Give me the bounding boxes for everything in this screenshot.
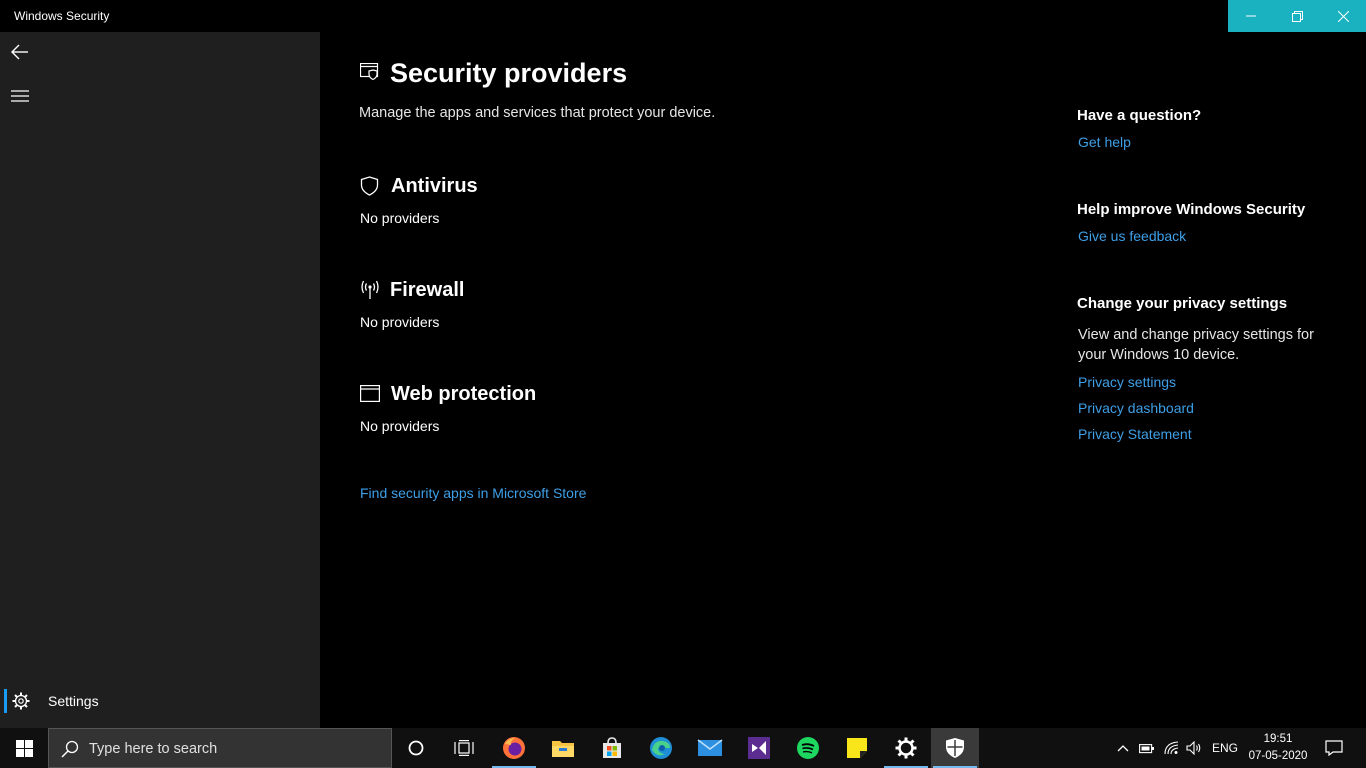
volume-button[interactable]	[1184, 728, 1204, 768]
taskbar-app-store[interactable]	[588, 728, 636, 768]
cortana-icon	[408, 740, 424, 756]
page-title: Security providers	[390, 58, 628, 88]
browser-window-icon	[360, 385, 380, 402]
minimize-icon	[1246, 15, 1256, 17]
find-security-apps-link[interactable]: Find security apps in Microsoft Store	[360, 485, 586, 501]
taskbar-app-edge[interactable]	[637, 728, 685, 768]
show-hidden-icons-button[interactable]	[1113, 728, 1133, 768]
title-bar: Windows Security	[0, 0, 1366, 32]
privacy-heading: Change your privacy settings	[1077, 295, 1288, 312]
sidebar: Settings	[0, 32, 320, 728]
restore-icon	[1291, 10, 1303, 22]
selection-indicator	[4, 689, 7, 713]
sidebar-item-label: Settings	[48, 693, 99, 709]
main-content: Security providers Manage the apps and s…	[320, 32, 1366, 728]
battery-button[interactable]	[1137, 728, 1157, 768]
firewall-status: No providers	[360, 314, 440, 330]
wifi-broadcast-icon	[361, 280, 379, 299]
clock[interactable]: 19:51 07-05-2020	[1242, 731, 1314, 765]
taskbar-app-file-explorer[interactable]	[539, 728, 587, 768]
windows-security-icon	[946, 738, 964, 758]
battery-icon	[1139, 744, 1154, 754]
gear-icon	[12, 692, 30, 710]
hamburger-icon	[11, 90, 29, 102]
back-button[interactable]	[0, 32, 40, 72]
give-feedback-link[interactable]: Give us feedback	[1078, 228, 1186, 244]
get-help-link[interactable]: Get help	[1078, 134, 1131, 150]
minimize-button[interactable]	[1228, 0, 1274, 32]
settings-icon	[895, 737, 917, 759]
web-protection-heading: Web protection	[391, 383, 537, 405]
cortana-button[interactable]	[392, 728, 440, 768]
close-icon	[1337, 10, 1349, 22]
taskbar-app-settings[interactable]	[882, 728, 930, 768]
edge-icon	[650, 737, 672, 759]
privacy-statement-link[interactable]: Privacy Statement	[1078, 426, 1192, 442]
action-center-button[interactable]	[1318, 728, 1350, 768]
antivirus-heading: Antivirus	[391, 175, 478, 197]
search-icon	[61, 740, 79, 758]
close-button[interactable]	[1320, 0, 1366, 32]
web-protection-status: No providers	[360, 418, 440, 434]
page-subtitle: Manage the apps and services that protec…	[359, 105, 716, 121]
file-explorer-icon	[552, 741, 574, 757]
taskbar: Type here to search ENG 19:51 07-05-2020	[0, 728, 1366, 768]
firefox-icon	[503, 737, 525, 759]
antivirus-status: No providers	[360, 210, 440, 226]
sidebar-item-settings[interactable]: Settings	[0, 685, 320, 717]
privacy-settings-link[interactable]: Privacy settings	[1078, 374, 1176, 390]
spotify-icon	[797, 737, 819, 759]
wifi-icon	[1164, 741, 1179, 755]
search-placeholder: Type here to search	[89, 741, 218, 757]
caption-buttons	[1228, 0, 1366, 32]
sticky-notes-icon	[847, 738, 867, 758]
notification-icon	[1325, 740, 1343, 756]
start-button[interactable]	[0, 728, 48, 768]
taskbar-app-visual-studio[interactable]	[735, 728, 783, 768]
window-title: Windows Security	[14, 9, 110, 23]
network-button[interactable]	[1162, 728, 1182, 768]
back-arrow-icon	[11, 44, 28, 60]
privacy-dashboard-link[interactable]: Privacy dashboard	[1078, 400, 1194, 416]
taskbar-app-mail[interactable]	[686, 728, 734, 768]
task-view-icon	[454, 740, 474, 756]
taskbar-search-box[interactable]: Type here to search	[48, 728, 392, 768]
taskbar-app-sticky-notes[interactable]	[833, 728, 881, 768]
taskbar-app-spotify[interactable]	[784, 728, 832, 768]
task-view-button[interactable]	[440, 728, 488, 768]
privacy-description: View and change privacy settings for you…	[1078, 327, 1314, 363]
chevron-up-icon	[1117, 745, 1129, 752]
taskbar-app-windows-security[interactable]	[931, 728, 979, 768]
clock-time: 19:51	[1263, 733, 1293, 745]
shield-icon	[360, 176, 379, 196]
firewall-heading: Firewall	[390, 279, 465, 301]
have-a-question-heading: Have a question?	[1077, 107, 1202, 124]
hamburger-menu-button[interactable]	[0, 76, 40, 116]
taskbar-app-firefox[interactable]	[490, 728, 538, 768]
clock-date: 07-05-2020	[1248, 750, 1308, 762]
restore-button[interactable]	[1274, 0, 1320, 32]
speaker-icon	[1186, 741, 1201, 755]
store-icon	[603, 737, 621, 758]
visual-studio-icon	[748, 737, 770, 759]
help-improve-heading: Help improve Windows Security	[1077, 201, 1306, 218]
security-providers-icon	[360, 63, 379, 81]
mail-icon	[697, 739, 723, 756]
windows-logo-icon	[15, 739, 33, 757]
input-language[interactable]: ENG	[1212, 741, 1238, 755]
